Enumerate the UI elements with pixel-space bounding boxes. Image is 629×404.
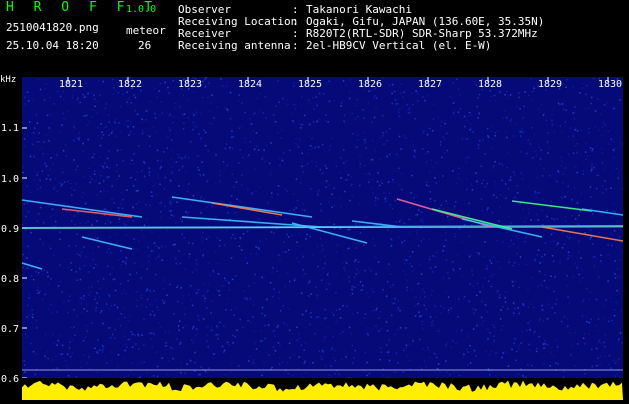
header: H R O F F T 1.0.0 2510041820.png 25.10.0…	[0, 0, 629, 73]
antenna-value: 2el-HB9CV Vertical (el. E-W)	[306, 40, 491, 52]
x-tick-label: 1822	[118, 79, 142, 91]
x-tick-label: 1828	[478, 79, 502, 91]
amplitude-strip	[22, 378, 623, 400]
x-tick-label: 1823	[178, 79, 202, 91]
meteor-trace	[172, 197, 312, 217]
y-tick-label: 0.8	[1, 274, 19, 286]
antenna-separator: :	[292, 40, 299, 52]
y-tick-label: 1.0	[1, 174, 19, 186]
meteor-trace	[462, 219, 542, 237]
y-tick-label: 0.6	[1, 374, 19, 386]
amplitude-svg	[22, 378, 623, 400]
file-name: 2510041820.png	[6, 22, 99, 34]
x-tick-label: 1826	[358, 79, 382, 91]
spectrogram-svg	[22, 77, 623, 378]
meteor-trace	[82, 237, 132, 249]
app-version: 1.0.0	[126, 4, 156, 16]
meteor-trace	[22, 263, 42, 269]
meteor-count: 26	[138, 40, 151, 52]
y-tick-label: 0.9	[1, 224, 19, 236]
meteor-trace	[542, 227, 623, 241]
y-tick-label: 1.1	[1, 123, 19, 135]
x-tick-label: 1824	[238, 79, 262, 91]
y-tick-label: 0.7	[1, 324, 19, 336]
meteor-trace	[512, 201, 592, 211]
x-tick-label: 1821	[59, 79, 83, 91]
x-tick-label: 1829	[538, 79, 562, 91]
meteor-label: meteor	[126, 25, 166, 37]
antenna-label: Receiving antenna	[178, 40, 291, 52]
meteor-trace	[212, 203, 282, 215]
x-tick-label: 1825	[298, 79, 322, 91]
meteor-trace	[22, 200, 142, 217]
y-axis-unit: kHz	[0, 74, 16, 86]
meteor-trace	[582, 209, 623, 215]
x-tick-label: 1830	[598, 79, 622, 91]
spectrogram-plot	[22, 77, 623, 378]
timestamp: 25.10.04 18:20	[6, 40, 99, 52]
x-tick-label: 1827	[418, 79, 442, 91]
